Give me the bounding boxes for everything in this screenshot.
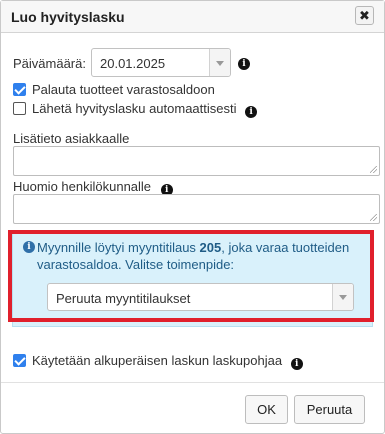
customer-note-field[interactable] — [13, 146, 380, 176]
dialog-titlebar: Luo hyvityslasku ✖ — [1, 1, 384, 33]
checkbox-original-template-label: Käytetään alkuperäisen laskun laskupohja… — [32, 353, 283, 368]
date-select[interactable]: 20.01.2025 — [91, 48, 231, 77]
checkbox-send-auto-label: Lähetä hyvityslasku automaattisesti — [32, 101, 237, 116]
resize-grip-icon[interactable] — [370, 214, 377, 221]
checkbox-return-stock-box[interactable] — [13, 83, 26, 96]
ok-button[interactable]: OK — [245, 395, 288, 424]
checkbox-original-template-box[interactable] — [13, 354, 26, 367]
staff-note-label: Huomio henkilökunnalle — [13, 179, 152, 194]
checkbox-original-template[interactable]: Käytetään alkuperäisen laskun laskupohja… — [13, 353, 303, 370]
dialog-title: Luo hyvityslasku — [11, 9, 125, 25]
checkbox-return-stock[interactable]: Palauta tuotteet varastosaldoon — [13, 82, 215, 97]
date-label: Päivämäärä: — [13, 56, 86, 71]
info-icon[interactable]: i — [290, 358, 303, 370]
close-icon: ✖ — [359, 8, 370, 23]
date-value: 20.01.2025 — [100, 56, 166, 71]
resize-grip-icon[interactable] — [370, 166, 377, 173]
checkbox-return-stock-label: Palauta tuotteet varastosaldoon — [32, 82, 215, 97]
chevron-down-icon — [209, 49, 230, 76]
customer-note-label: Lisätieto asiakkaalle — [13, 131, 130, 146]
info-icon[interactable]: i — [238, 58, 250, 70]
footer-divider — [1, 382, 384, 383]
info-icon[interactable]: i — [245, 106, 258, 118]
checkbox-send-auto[interactable]: Lähetä hyvityslasku automaattisesti i — [13, 101, 258, 118]
checkbox-send-auto-box[interactable] — [13, 102, 26, 115]
highlight-outline — [8, 230, 374, 322]
staff-note-field[interactable] — [13, 194, 380, 224]
credit-invoice-dialog: Luo hyvityslasku ✖ Päivämäärä: 20.01.202… — [0, 0, 385, 434]
close-button[interactable]: ✖ — [355, 6, 374, 25]
cancel-button[interactable]: Peruuta — [294, 395, 365, 424]
